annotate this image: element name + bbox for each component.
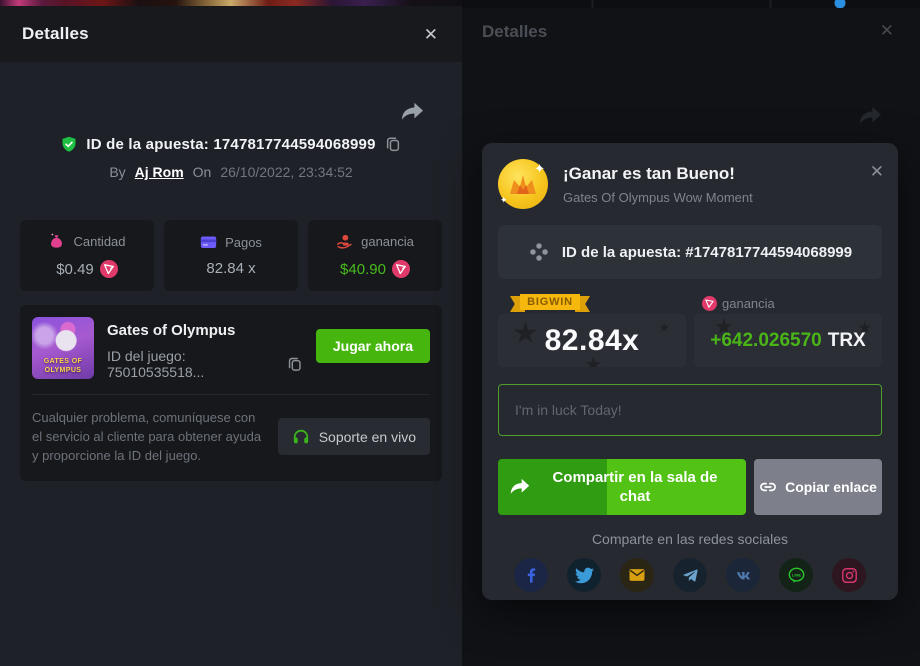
modal-bet-id-row: ID de la apuesta: #1747817744594068999 [498, 225, 882, 279]
stat-card-amount: Cantidad $0.49 [20, 220, 154, 291]
share-win-modal: ✦ ✦ ¡Ganar es tan Bueno! Gates Of Olympu… [482, 143, 898, 600]
modal-title: ¡Ganar es tan Bueno! [563, 164, 753, 184]
by-label: By [109, 164, 125, 180]
link-icon [759, 478, 777, 496]
dice-dots-icon [528, 241, 550, 263]
multiplier-box: ★ ★ ★ 82.84x [498, 314, 686, 367]
sparkle-icon: ✦ [500, 195, 508, 206]
dimmed-panel-title: Detalles [482, 22, 547, 42]
star-decoration: ★ [658, 320, 670, 336]
modal-bet-id: ID de la apuesta: #1747817744594068999 [562, 244, 852, 261]
bet-id-label: ID de la apuesta: 1747817744594068999 [86, 136, 375, 153]
username-link[interactable]: Aj Rom [135, 164, 184, 180]
close-icon[interactable]: ✕ [880, 22, 894, 39]
stat-card-profit: ganancia $40.90 [308, 220, 442, 291]
share-to-chat-label: Compartir en la sala de chat [538, 468, 732, 506]
svg-text:LINE: LINE [791, 572, 800, 577]
headset-icon [292, 428, 310, 445]
twitter-icon[interactable] [567, 558, 601, 592]
profit-label: ganancia [722, 296, 775, 311]
left-panel-body: ID de la apuesta: 1747817744594068999 By… [0, 62, 462, 481]
copy-icon[interactable] [385, 136, 401, 153]
stat-card-payout: Pagos 82.84 x [164, 220, 298, 291]
copy-link-label: Copiar enlace [785, 479, 877, 495]
game-card: GATES OF OLYMPUS Gates of Olympus ID del… [20, 305, 442, 481]
bet-stats-row: Cantidad $0.49 [20, 220, 442, 291]
instagram-icon[interactable] [832, 558, 866, 592]
bigwin-ribbon-badge: BIGWIN [510, 294, 590, 312]
win-currency: TRX [828, 330, 866, 351]
share-message-input[interactable] [498, 384, 882, 436]
dimmed-panel-header: Detalles ✕ [462, 8, 920, 56]
verified-shield-icon [61, 136, 77, 153]
stat-value: $40.90 [340, 261, 386, 278]
stat-label: Pagos [225, 235, 262, 250]
left-panel-header: Detalles ✕ [0, 6, 462, 62]
win-multiplier: 82.84x [545, 324, 640, 358]
game-id-label: ID del juego: 75010535518... [107, 348, 281, 380]
modal-close-icon[interactable]: ✕ [870, 163, 884, 180]
social-icons-row: LINE [498, 558, 882, 592]
play-now-button[interactable]: Jugar ahora [316, 329, 430, 363]
modal-buttons-row: Compartir en la sala de chat Copiar enla… [498, 459, 882, 515]
live-support-label: Soporte en vivo [319, 429, 416, 445]
background-page-strip [462, 0, 920, 8]
stat-label: Cantidad [73, 234, 125, 249]
game-title: Gates of Olympus [107, 322, 303, 339]
share-to-chat-button[interactable]: Compartir en la sala de chat [498, 459, 746, 515]
bet-datetime: 26/10/2022, 23:34:52 [220, 164, 352, 180]
stat-value: $0.49 [56, 261, 94, 278]
win-amount: +642.026570 [710, 330, 821, 351]
on-label: On [193, 164, 212, 180]
live-support-button[interactable]: Soporte en vivo [278, 418, 430, 455]
bet-byline: By Aj Rom On 26/10/2022, 23:34:52 [20, 164, 442, 180]
line-icon[interactable]: LINE [779, 558, 813, 592]
win-summary-row: BIGWIN ★ ★ ★ 82.84x [498, 292, 882, 367]
bigwin-label: BIGWIN [520, 294, 580, 310]
trx-coin-icon [702, 296, 717, 311]
stat-label: ganancia [361, 234, 414, 249]
app-root: Detalles ✕ ID de la apuesta: 17478177445… [0, 0, 920, 666]
modal-header: ✦ ✦ ¡Ganar es tan Bueno! Gates Of Olympu… [498, 159, 882, 209]
credit-card-icon [200, 235, 217, 250]
support-text: Cualquier problema, comuníquese con el s… [32, 408, 264, 465]
stat-value: 82.84 x [206, 260, 255, 277]
moneybag-icon [48, 233, 65, 250]
share-overlay-panel: Detalles ✕ ✦ ✦ ¡Ganar es tan Bueno! [462, 0, 920, 666]
trx-coin-icon [392, 260, 410, 278]
bet-id-row: ID de la apuesta: 1747817744594068999 [20, 136, 442, 153]
modal-subtitle: Gates Of Olympus Wow Moment [563, 190, 753, 205]
vk-icon[interactable] [726, 558, 760, 592]
facebook-icon[interactable] [514, 558, 548, 592]
social-share-label: Comparte en las redes sociales [498, 531, 882, 547]
profit-column: ganancia ★ ★ +642.026570TRX [694, 292, 882, 367]
trx-coin-icon [100, 260, 118, 278]
telegram-icon[interactable] [673, 558, 707, 592]
copy-link-button[interactable]: Copiar enlace [754, 459, 882, 515]
sparkle-icon: ✦ [534, 161, 545, 177]
left-panel-title: Detalles [22, 24, 89, 44]
copy-icon[interactable] [287, 356, 303, 373]
email-icon[interactable] [620, 558, 654, 592]
share-icon[interactable] [401, 102, 424, 122]
gold-win-medal-icon: ✦ ✦ [498, 159, 548, 209]
hand-coin-icon [336, 233, 353, 250]
game-thumbnail-caption: GATES OF OLYMPUS [32, 357, 94, 375]
multiplier-column: BIGWIN ★ ★ ★ 82.84x [498, 292, 686, 367]
bet-details-panel: Detalles ✕ ID de la apuesta: 17478177445… [0, 0, 462, 666]
star-decoration: ★ [512, 316, 539, 351]
share-icon [510, 478, 530, 496]
profit-box: ★ ★ +642.026570TRX [694, 314, 882, 367]
share-icon [859, 106, 882, 126]
game-thumbnail[interactable]: GATES OF OLYMPUS [32, 317, 94, 379]
close-icon[interactable]: ✕ [424, 26, 438, 43]
